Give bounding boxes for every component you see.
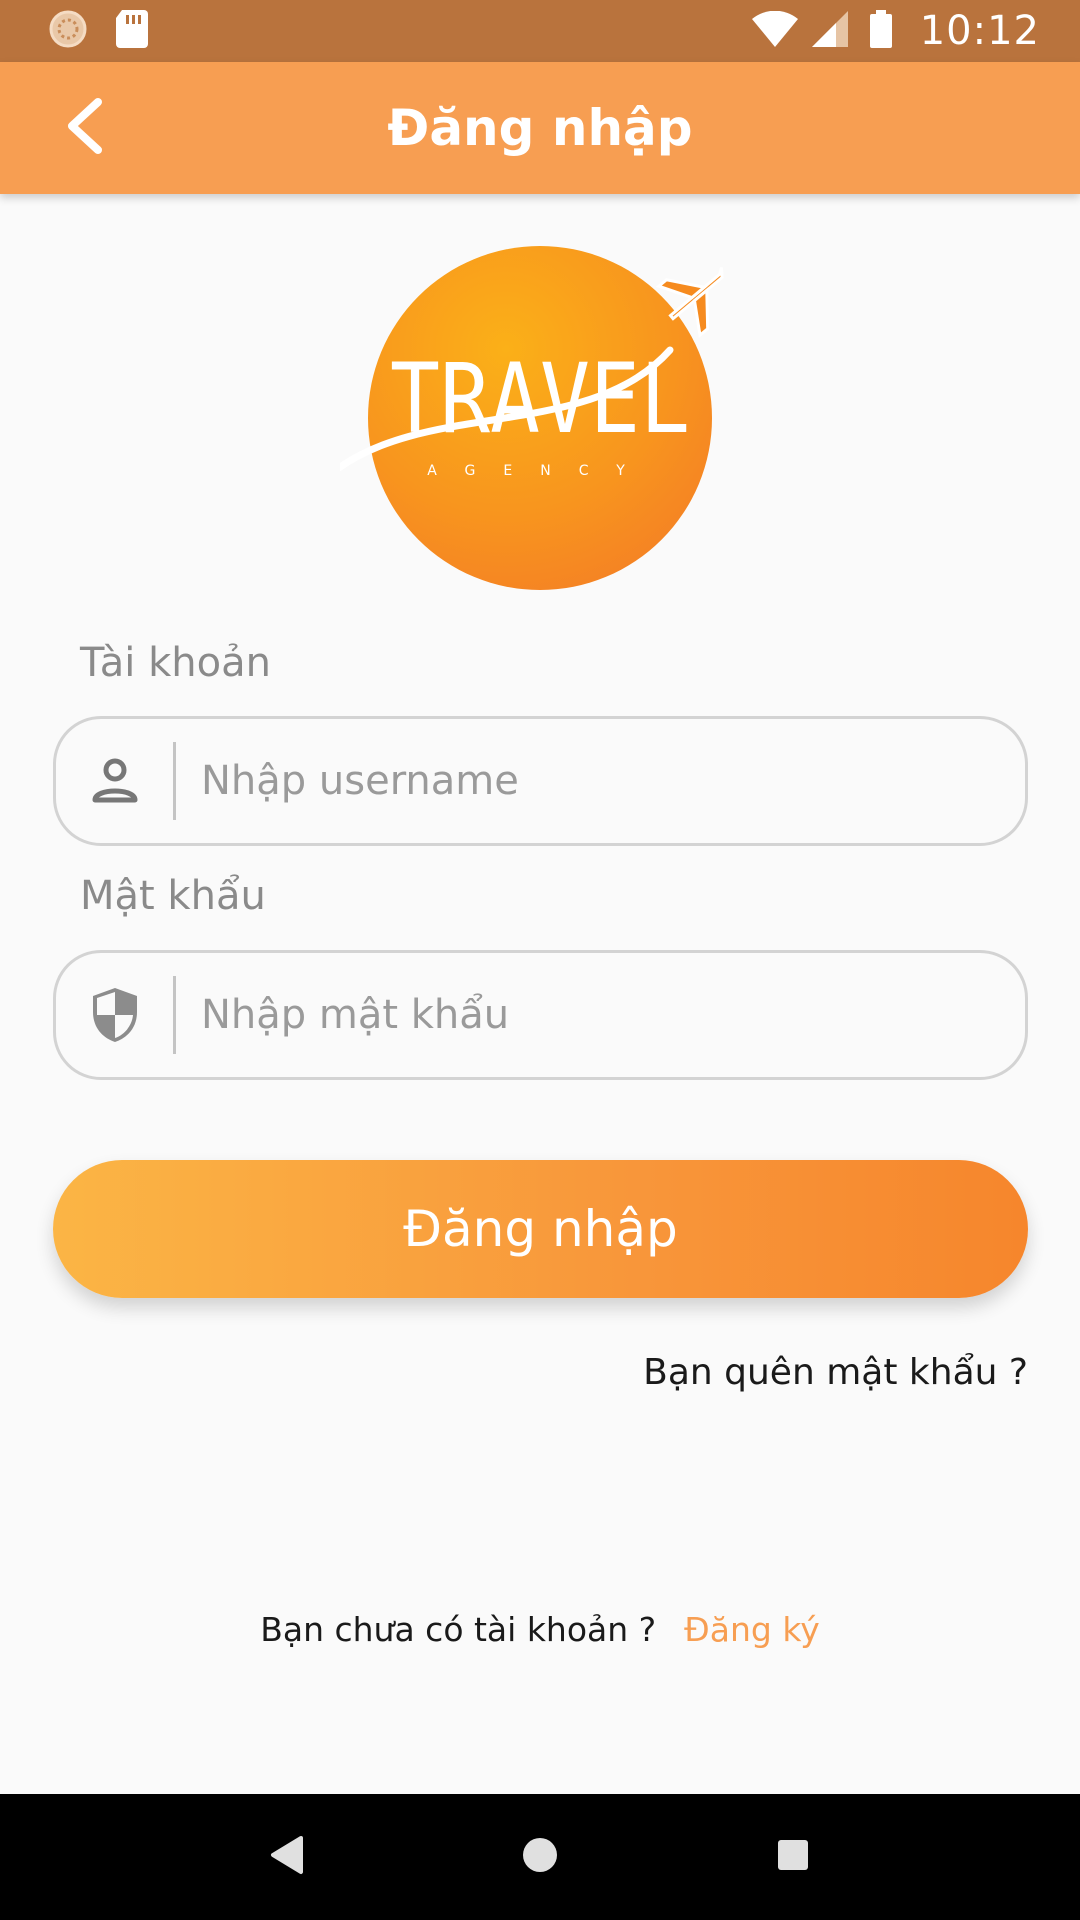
logo-title: TRAVEL: [390, 343, 690, 455]
shield-icon: [56, 953, 173, 1077]
chevron-left-icon: [62, 97, 106, 159]
signal-icon: [811, 10, 848, 52]
status-right: 10:12: [751, 8, 1040, 54]
signup-row: Bạn chưa có tài khoản ? Đăng ký: [0, 1610, 1080, 1649]
username-input[interactable]: [176, 719, 1025, 843]
sd-card-icon: [116, 9, 148, 53]
signup-link[interactable]: Đăng ký: [684, 1610, 820, 1649]
password-input[interactable]: [176, 953, 1025, 1077]
app-bar: Đăng nhập: [0, 62, 1080, 194]
status-left: [48, 9, 148, 54]
login-screen: 10:12 Đăng nhập TRAVEL AGENCY Tài khoản …: [0, 0, 1080, 1920]
status-time: 10:12: [919, 8, 1040, 54]
nav-recents-button[interactable]: [748, 1812, 838, 1902]
back-triangle-icon: [269, 1835, 305, 1880]
nav-home-button[interactable]: [495, 1812, 585, 1902]
password-field: [53, 950, 1028, 1080]
signup-question: Bạn chưa có tài khoản ?: [260, 1610, 657, 1649]
battery-icon: [869, 9, 892, 53]
login-button-label: Đăng nhập: [403, 1200, 678, 1258]
sync-icon: [48, 9, 88, 54]
login-button[interactable]: Đăng nhập: [53, 1160, 1028, 1298]
page-title: Đăng nhập: [387, 99, 693, 157]
wifi-icon: [751, 10, 798, 52]
password-label: Mật khẩu: [80, 873, 266, 919]
navigation-bar: [0, 1794, 1080, 1920]
forgot-password-link[interactable]: Bạn quên mật khẩu ?: [643, 1352, 1028, 1393]
status-bar: 10:12: [0, 0, 1080, 62]
nav-back-button[interactable]: [242, 1812, 332, 1902]
username-label: Tài khoản: [80, 640, 271, 686]
username-field: [53, 716, 1028, 846]
person-icon: [56, 719, 173, 843]
back-button[interactable]: [40, 84, 128, 172]
recents-square-icon: [776, 1838, 810, 1877]
logo-subtitle: AGENCY: [427, 463, 653, 479]
home-circle-icon: [521, 1836, 559, 1879]
travel-agency-logo: TRAVEL AGENCY: [332, 240, 740, 600]
